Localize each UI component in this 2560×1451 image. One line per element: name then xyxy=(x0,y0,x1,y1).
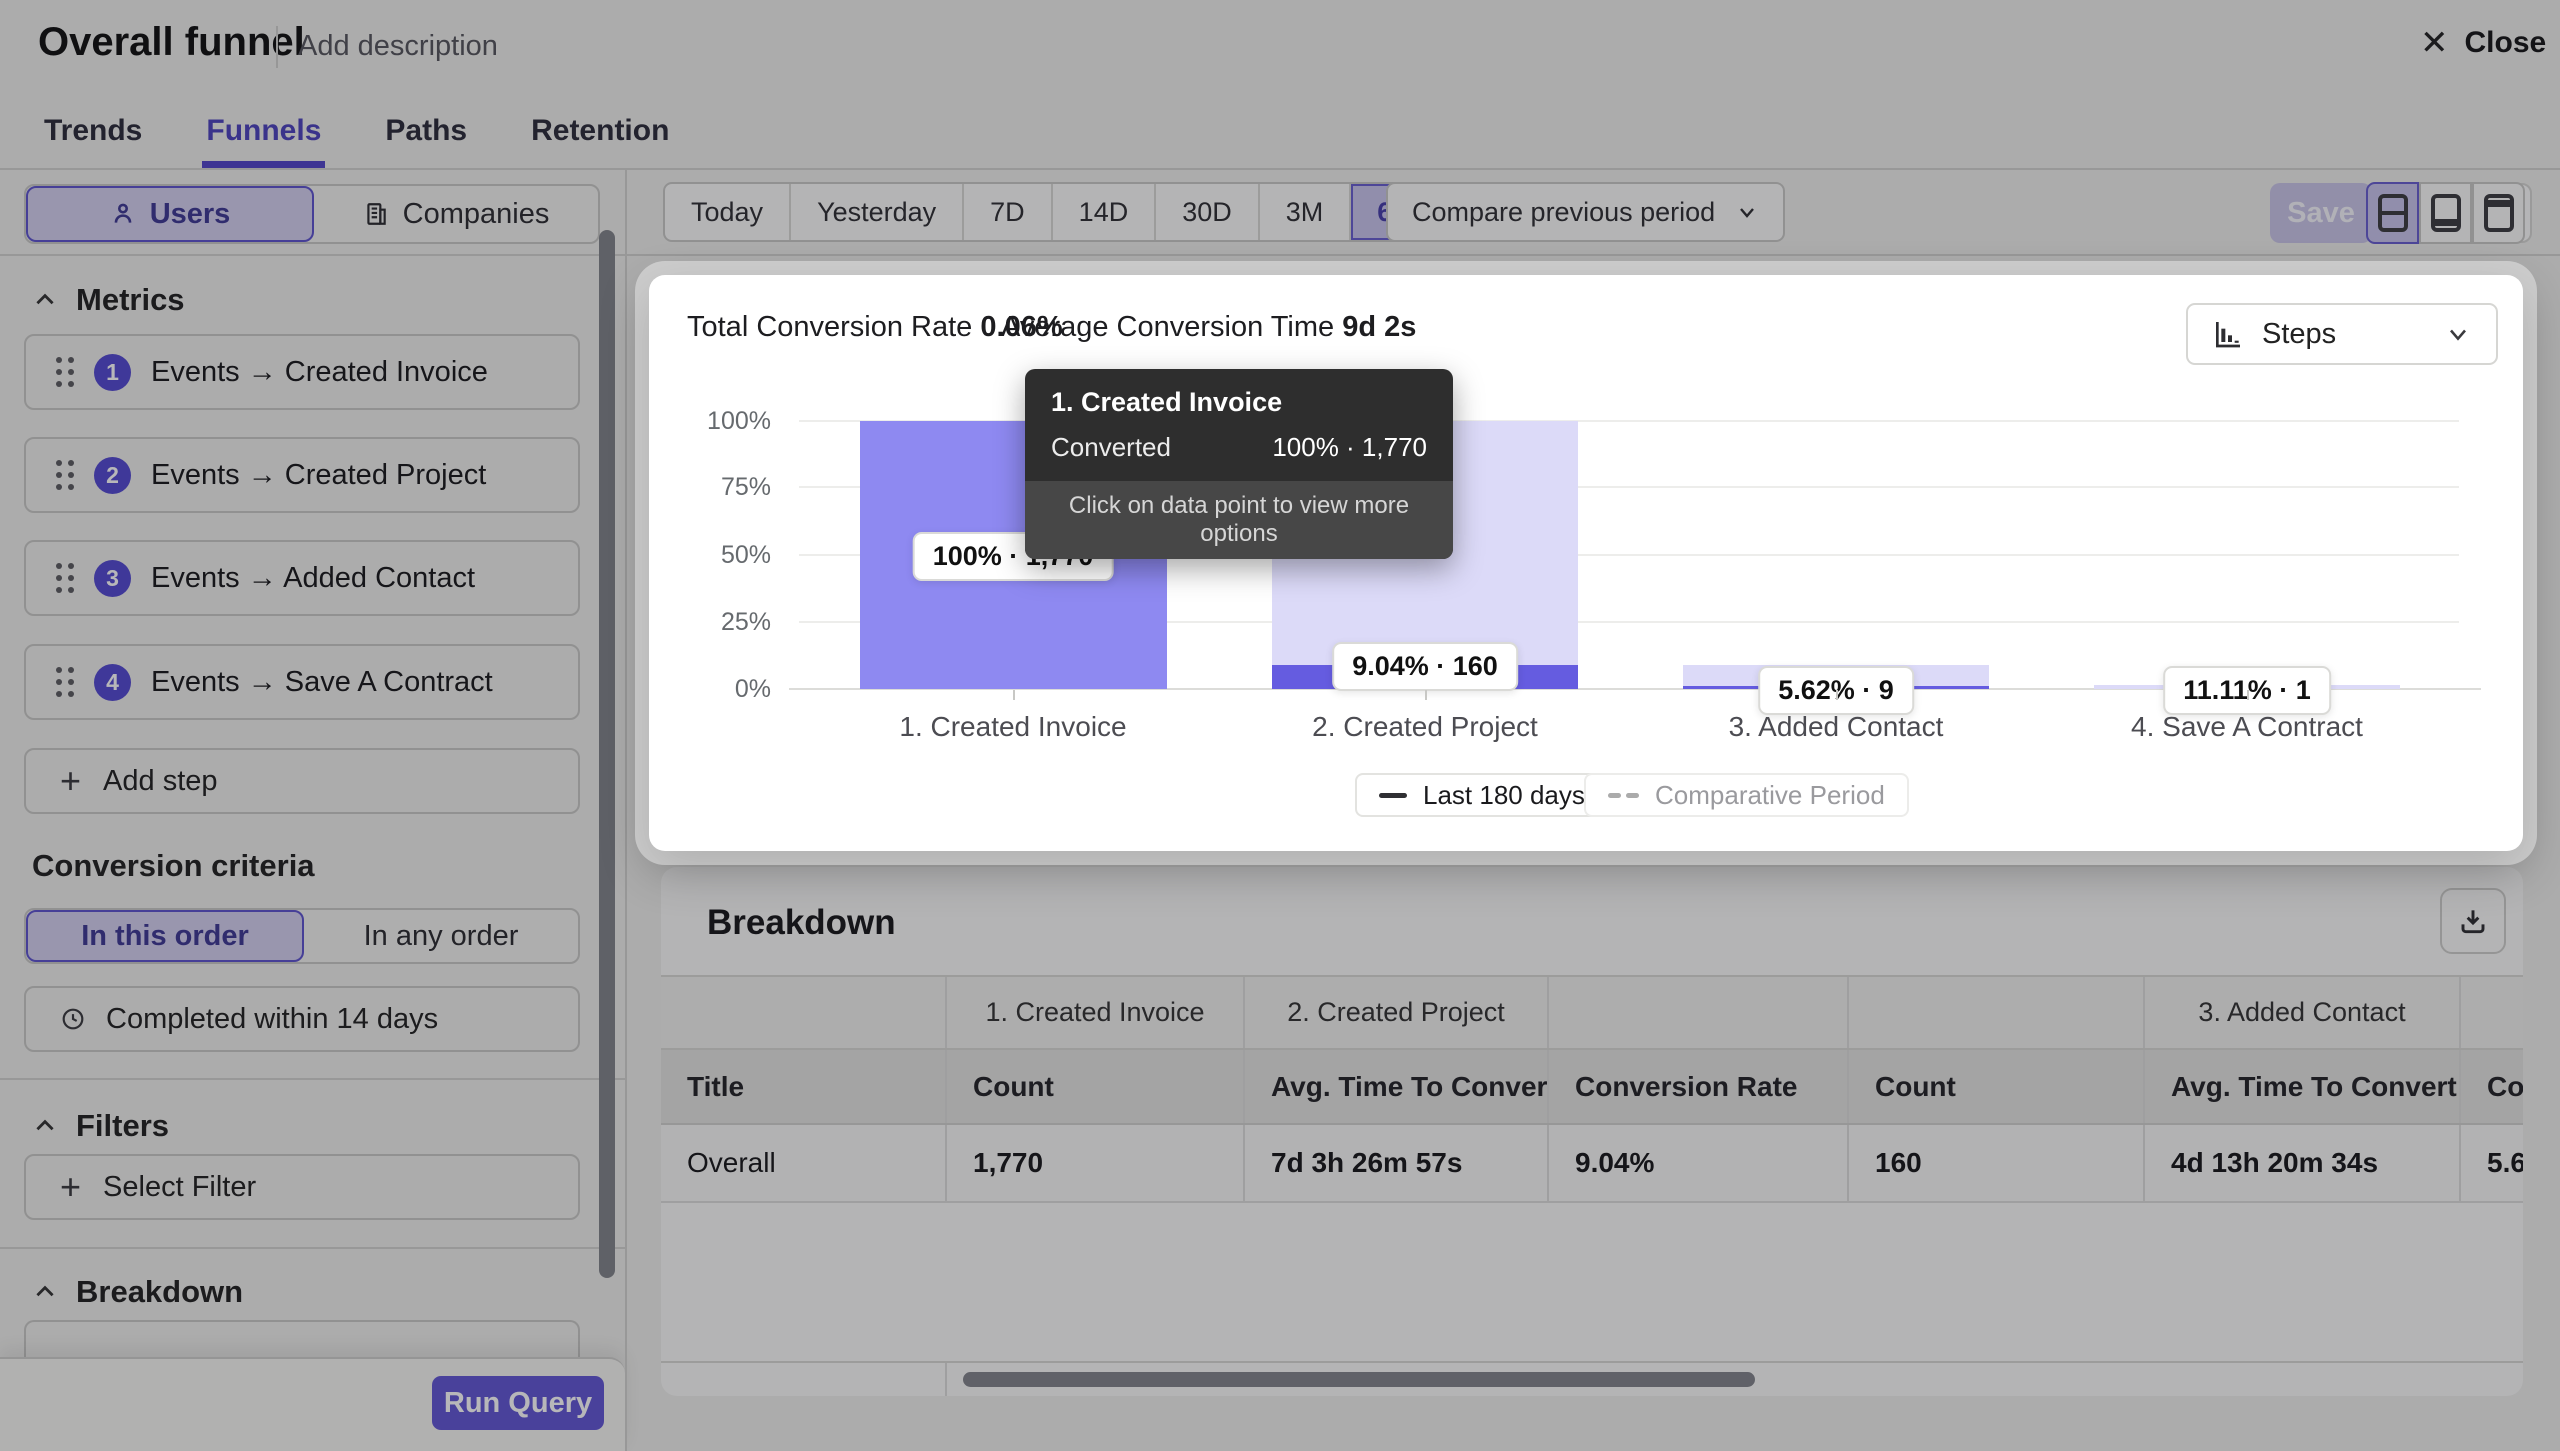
x-label-step-1: 1. Created Invoice xyxy=(773,711,1253,743)
tooltip-row: Converted 100% · 1,770 xyxy=(1025,424,1453,481)
insight-editor-window: Overall funnel Add description ✕ Close T… xyxy=(0,0,2560,1451)
chart-tooltip: 1. Created Invoice Converted 100% · 1,77… xyxy=(1025,369,1453,559)
tooltip-footer-hint: Click on data point to view more options xyxy=(1025,481,1453,559)
average-conversion-time: Average Conversion Time 9d 2s xyxy=(1001,311,1416,344)
y-tick: 0% xyxy=(681,676,771,702)
x-tick xyxy=(1425,690,1427,700)
bar-label-step-2[interactable]: 9.04% · 160 xyxy=(1332,642,1518,691)
x-label-step-2: 2. Created Project xyxy=(1185,711,1665,743)
tooltip-title: 1. Created Invoice xyxy=(1025,369,1453,424)
chevron-down-icon xyxy=(2444,320,2472,348)
chart-view-dropdown[interactable]: Steps xyxy=(2186,303,2498,365)
tooltip-row-value: 100% · 1,770 xyxy=(1272,432,1427,463)
y-tick: 100% xyxy=(681,408,771,434)
y-tick: 75% xyxy=(681,474,771,500)
x-tick xyxy=(1836,690,1838,700)
legend-comparative-period[interactable]: Comparative Period xyxy=(1584,773,1909,817)
x-tick xyxy=(1013,690,1015,700)
x-label-step-3: 3. Added Contact xyxy=(1596,711,2076,743)
funnel-chart-card: Total Conversion Rate 0.06% Average Conv… xyxy=(649,275,2523,851)
y-tick: 50% xyxy=(681,542,771,568)
solid-line-icon xyxy=(1379,793,1407,798)
dashed-line-icon xyxy=(1608,793,1639,798)
legend-current-period[interactable]: Last 180 days xyxy=(1355,773,1609,817)
x-tick xyxy=(2247,690,2249,700)
tooltip-row-label: Converted xyxy=(1051,432,1171,463)
y-tick: 25% xyxy=(681,609,771,635)
x-label-step-4: 4. Save A Contract xyxy=(2007,711,2487,743)
bar-chart-icon xyxy=(2212,318,2244,350)
